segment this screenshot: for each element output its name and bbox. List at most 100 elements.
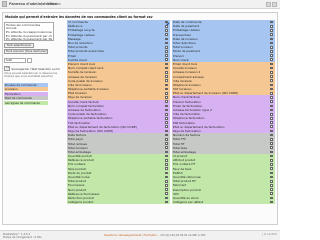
- field-checkbox[interactable]: [165, 20, 168, 24]
- field-checkbox[interactable]: [270, 125, 273, 129]
- logout-icon[interactable]: [272, 1, 277, 7]
- field-checkbox[interactable]: [270, 184, 273, 187]
- field-checkbox[interactable]: [165, 167, 168, 170]
- field-checkbox[interactable]: [270, 87, 273, 91]
- field-checkbox[interactable]: [270, 158, 273, 162]
- field-checkbox[interactable]: [270, 54, 273, 57]
- shop-logo-icon[interactable]: [2, 1, 7, 7]
- field-checkbox[interactable]: [165, 125, 168, 129]
- field-checkbox[interactable]: [270, 175, 273, 179]
- field-checkbox[interactable]: [165, 150, 168, 154]
- field-checkbox[interactable]: [165, 142, 168, 145]
- field-checkbox[interactable]: [165, 146, 168, 150]
- field-checkbox[interactable]: [165, 163, 168, 166]
- field-checkbox[interactable]: [270, 37, 273, 41]
- field-checkbox[interactable]: [270, 108, 273, 112]
- field-checkbox[interactable]: [270, 163, 273, 166]
- field-checkbox[interactable]: [270, 179, 273, 183]
- field-checkbox[interactable]: [165, 112, 168, 116]
- field-checkbox[interactable]: [165, 175, 168, 179]
- field-checkbox[interactable]: [165, 41, 168, 45]
- field-checkbox[interactable]: [270, 100, 273, 103]
- field-checkbox[interactable]: [270, 45, 273, 49]
- order-status-listbox[interactable]: Toutes les commandes Annulé En attente d…: [4, 22, 54, 41]
- field-checkbox[interactable]: [270, 188, 273, 191]
- breadcrumb-current[interactable]: Modules: [47, 2, 61, 6]
- field-checkbox[interactable]: [165, 33, 168, 36]
- field-row[interactable]: Catégorie par défaut: [172, 200, 275, 205]
- field-checkbox[interactable]: [165, 138, 168, 141]
- field-checkbox[interactable]: [165, 58, 168, 62]
- field-checkbox[interactable]: [165, 121, 168, 124]
- field-checkbox[interactable]: [270, 24, 273, 28]
- field-checkbox[interactable]: [270, 41, 273, 45]
- field-checkbox[interactable]: [270, 58, 273, 62]
- field-checkbox[interactable]: [270, 112, 273, 116]
- field-checkbox[interactable]: [270, 33, 273, 36]
- date-input[interactable]: testl: [4, 58, 26, 63]
- field-checkbox[interactable]: [270, 20, 273, 24]
- unselect-all-button[interactable]: Tout annuler (Tous déchoisir): [4, 49, 48, 54]
- field-checkbox[interactable]: [165, 129, 168, 133]
- field-checkbox[interactable]: [270, 66, 273, 70]
- field-checkbox[interactable]: [165, 75, 168, 78]
- export-button[interactable]: Exporter: [4, 66, 11, 71]
- field-checkbox[interactable]: [165, 66, 168, 70]
- field-checkbox[interactable]: [270, 75, 273, 78]
- field-checkbox[interactable]: [270, 62, 273, 66]
- field-checkbox[interactable]: [165, 87, 168, 91]
- field-checkbox[interactable]: [270, 154, 273, 158]
- field-checkbox[interactable]: [270, 192, 273, 196]
- field-checkbox[interactable]: [165, 133, 168, 137]
- field-checkbox[interactable]: [165, 154, 168, 158]
- field-checkbox[interactable]: [165, 100, 168, 103]
- field-checkbox[interactable]: [165, 71, 168, 74]
- field-checkbox[interactable]: [270, 104, 273, 108]
- field-checkbox[interactable]: [270, 83, 273, 87]
- field-checkbox[interactable]: [165, 104, 168, 108]
- field-checkbox[interactable]: [165, 91, 168, 95]
- help-icon[interactable]: [265, 1, 271, 7]
- field-checkbox[interactable]: [270, 50, 273, 53]
- select-all-button[interactable]: Tout sélectionner: [4, 43, 34, 48]
- field-checkbox[interactable]: [165, 24, 168, 28]
- field-checkbox[interactable]: [270, 91, 273, 95]
- field-checkbox[interactable]: [270, 138, 273, 141]
- field-checkbox[interactable]: [165, 117, 168, 120]
- field-checkbox[interactable]: [270, 117, 273, 120]
- status-option[interactable]: En attente du paiement par PayPal: [6, 38, 52, 42]
- field-checkbox[interactable]: [270, 146, 273, 150]
- field-checkbox[interactable]: [165, 96, 168, 99]
- field-checkbox[interactable]: [165, 83, 168, 87]
- field-checkbox[interactable]: [270, 29, 273, 32]
- field-checkbox[interactable]: [270, 167, 273, 170]
- field-checkbox[interactable]: [165, 79, 168, 83]
- field-checkbox[interactable]: [270, 79, 273, 83]
- field-checkbox[interactable]: [270, 71, 273, 74]
- field-checkbox[interactable]: [165, 62, 168, 66]
- field-checkbox[interactable]: [165, 45, 168, 49]
- field-checkbox[interactable]: [270, 150, 273, 154]
- field-row[interactable]: Catégorie produit: [67, 200, 170, 205]
- field-checkbox[interactable]: [165, 200, 168, 204]
- field-checkbox[interactable]: [270, 96, 273, 99]
- field-checkbox[interactable]: [270, 129, 273, 133]
- field-checkbox[interactable]: [165, 196, 168, 200]
- field-checkbox[interactable]: [165, 37, 168, 41]
- field-checkbox[interactable]: [165, 171, 168, 175]
- field-checkbox[interactable]: [270, 121, 273, 124]
- field-checkbox[interactable]: [270, 196, 273, 200]
- field-checkbox[interactable]: [165, 29, 168, 32]
- field-checkbox[interactable]: [270, 171, 273, 175]
- chevron-down-icon[interactable]: [27, 58, 32, 63]
- field-checkbox[interactable]: [165, 179, 168, 183]
- footer-support-prefix[interactable]: Questions / Renseignements / Formation :: [104, 234, 158, 237]
- footer-contact-link[interactable]: | ✉ Contact: [262, 233, 277, 236]
- field-checkbox[interactable]: [270, 133, 273, 137]
- field-checkbox[interactable]: [165, 50, 168, 53]
- field-checkbox[interactable]: [165, 184, 168, 187]
- field-checkbox[interactable]: [165, 188, 168, 191]
- field-checkbox[interactable]: [165, 108, 168, 112]
- field-checkbox[interactable]: [270, 200, 273, 204]
- field-checkbox[interactable]: [165, 158, 168, 162]
